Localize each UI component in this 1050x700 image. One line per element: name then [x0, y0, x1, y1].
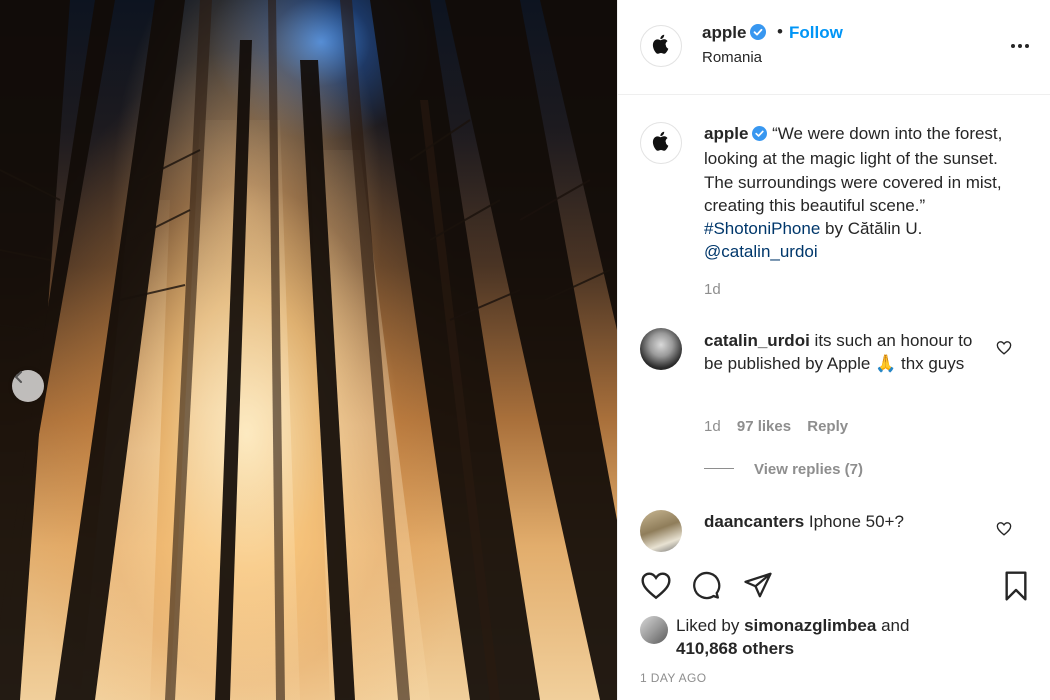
follow-button[interactable]: Follow [789, 23, 843, 43]
comment-bubble-icon[interactable] [690, 570, 722, 605]
post-location[interactable]: Romania [702, 49, 762, 66]
liker-avatar[interactable] [640, 616, 668, 644]
caption-text: “We were down into the forest, looking a… [704, 124, 1003, 215]
post-side-panel: apple • Follow Romania apple “We were do… [617, 0, 1050, 700]
comment-time[interactable]: 1d [704, 418, 721, 435]
view-replies-button[interactable]: View replies (7) [704, 461, 863, 478]
post-date[interactable]: 1 DAY AGO [640, 671, 707, 685]
verified-badge-icon [750, 24, 767, 45]
liked-by-user[interactable]: simonazglimbea [744, 616, 876, 635]
post-caption: apple “We were down into the forest, loo… [704, 122, 1024, 264]
post-photo[interactable] [0, 0, 617, 700]
liked-by-prefix: Liked by [676, 616, 740, 635]
likes-count[interactable]: 410,868 others [676, 639, 794, 658]
avatar[interactable] [640, 25, 682, 67]
post-header: apple • Follow Romania [618, 0, 1050, 95]
apple-logo-icon [651, 130, 671, 157]
paper-plane-icon[interactable] [742, 570, 774, 605]
heart-icon[interactable] [640, 570, 672, 605]
comment-username[interactable]: daancanters [704, 512, 804, 531]
commenter-avatar[interactable] [640, 510, 682, 552]
apple-logo-icon [651, 33, 671, 60]
caption-time[interactable]: 1d [704, 281, 721, 298]
hashtag-link[interactable]: #ShotoniPhone [704, 219, 820, 238]
comment-likes[interactable]: 97 likes [737, 418, 791, 435]
comment-text-block: daancanters Iphone 50+? [704, 510, 984, 533]
comment-text-block: catalin_urdoi its such an honour to be p… [704, 329, 984, 376]
mention-link[interactable]: @catalin_urdoi [704, 242, 818, 261]
liked-by-and: and [881, 616, 910, 635]
carousel-previous-button[interactable] [12, 370, 44, 402]
post-username[interactable]: apple [702, 23, 767, 45]
comment-text: Iphone 50+? [808, 512, 904, 531]
reply-button[interactable]: Reply [807, 418, 848, 435]
view-replies-label[interactable]: View replies (7) [754, 461, 863, 478]
caption-credit: by Cătălin U. [825, 219, 923, 239]
username-text[interactable]: apple [702, 23, 746, 42]
caption-username[interactable]: apple [704, 124, 748, 143]
caption-avatar[interactable] [640, 122, 682, 164]
post-actions-bar [618, 564, 1050, 608]
more-options-icon[interactable] [1010, 36, 1030, 54]
comment-username[interactable]: catalin_urdoi [704, 331, 810, 350]
comment-like-heart-icon[interactable] [996, 521, 1012, 541]
separator-dot: • [777, 22, 783, 41]
forest-trees-illustration [0, 0, 617, 700]
commenter-avatar[interactable] [640, 328, 682, 370]
likes-text: Liked by simonazglimbea and 410,868 othe… [676, 614, 996, 660]
replies-divider [704, 468, 734, 469]
bookmark-icon[interactable] [1002, 570, 1030, 607]
comment-meta: 1d 97 likes Reply [704, 418, 860, 435]
verified-badge-icon [752, 124, 768, 147]
instagram-post: apple • Follow Romania apple “We were do… [0, 0, 1050, 700]
comment-like-heart-icon[interactable] [996, 340, 1012, 360]
